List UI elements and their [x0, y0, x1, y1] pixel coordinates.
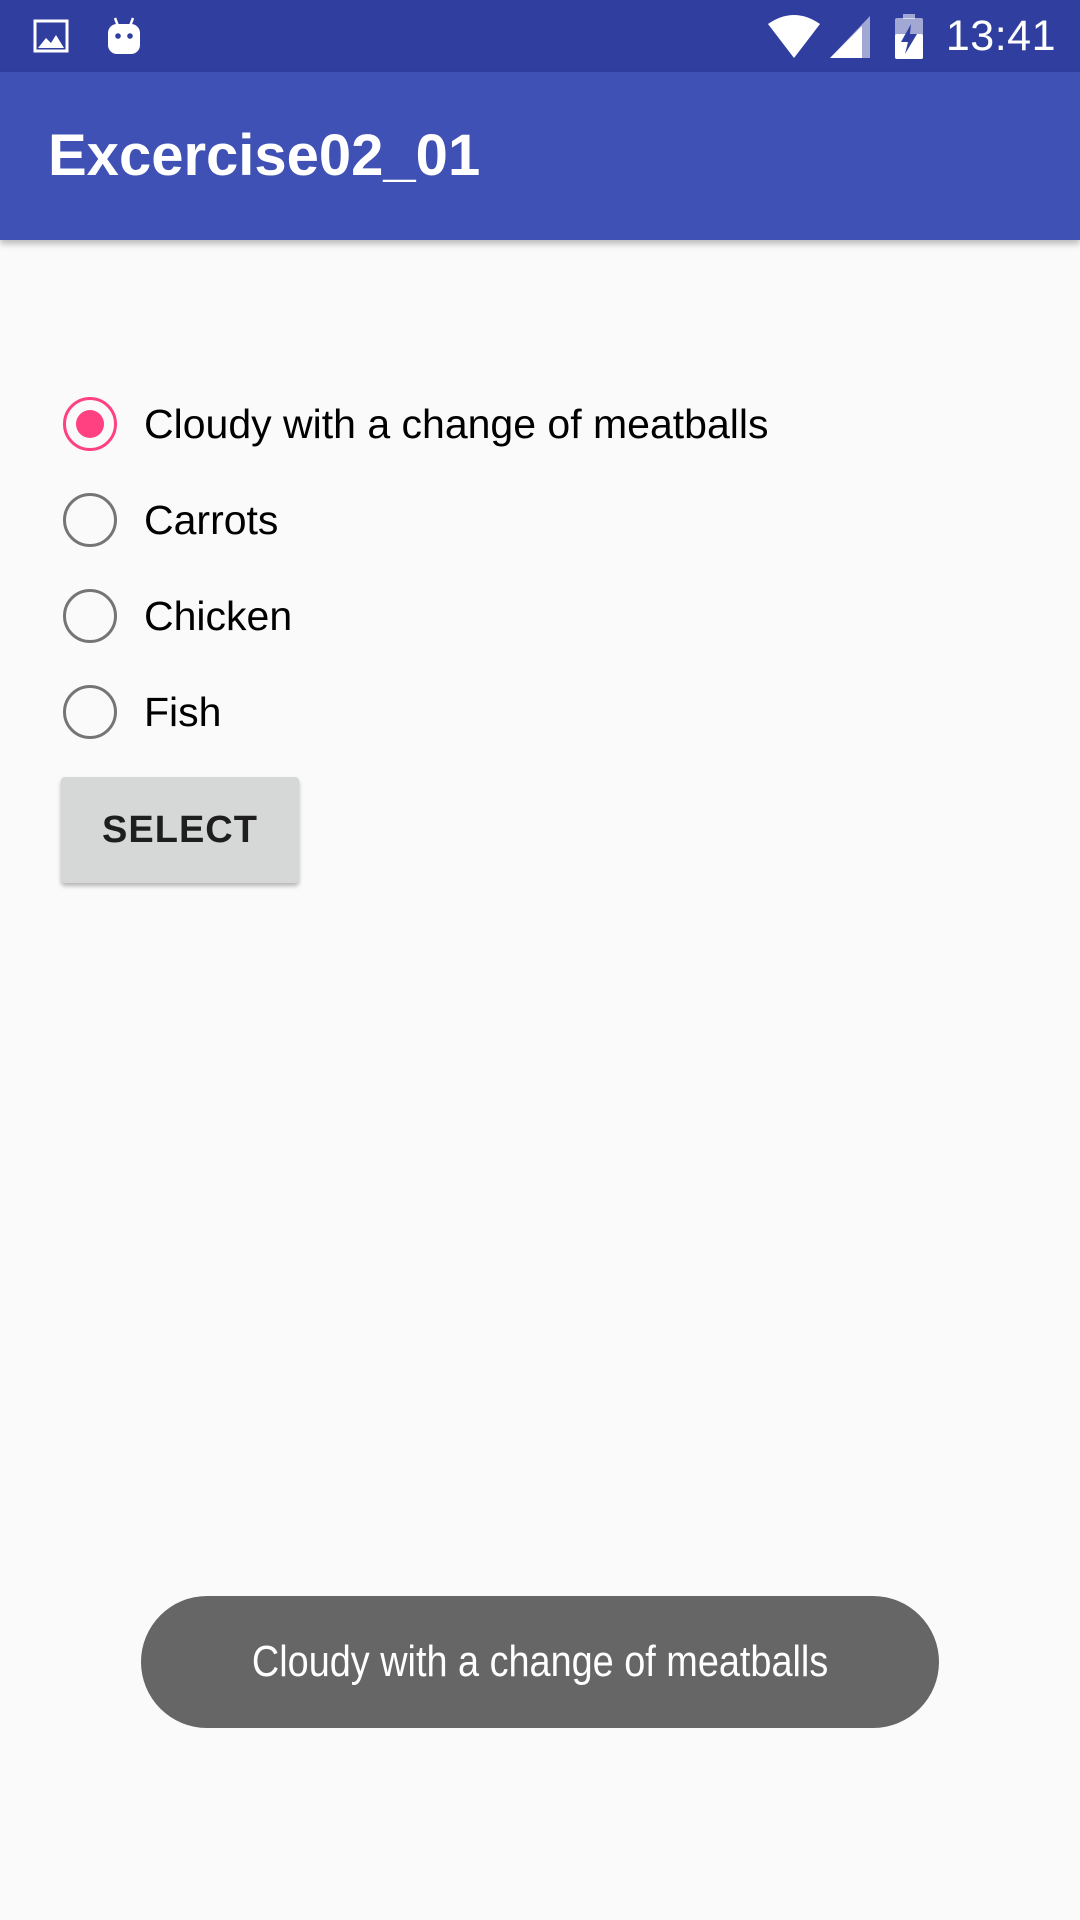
- radio-option-carrots[interactable]: Carrots: [60, 472, 768, 568]
- radio-option-chicken[interactable]: Chicken: [60, 568, 768, 664]
- food-radio-group: Cloudy with a change of meatballs Carrot…: [60, 376, 768, 760]
- gallery-notification-icon: [30, 14, 74, 58]
- radio-option-label: Fish: [144, 688, 222, 735]
- radio-option-cloudy-meatballs[interactable]: Cloudy with a change of meatballs: [60, 376, 768, 472]
- radio-option-fish[interactable]: Fish: [60, 664, 768, 760]
- radio-option-label: Chicken: [144, 592, 293, 639]
- battery-charging-icon: [894, 12, 924, 60]
- android-debug-notification-icon: [102, 14, 146, 58]
- status-bar: 13:41: [0, 0, 1080, 72]
- toast-text: Cloudy with a change of meatballs: [251, 1637, 829, 1686]
- app-title: Excercise02_01: [48, 123, 481, 188]
- radio-unchecked-icon: [60, 586, 120, 646]
- radio-unchecked-icon: [60, 490, 120, 550]
- radio-option-label: Carrots: [144, 496, 279, 543]
- toast-message: Cloudy with a change of meatballs: [141, 1596, 939, 1728]
- cell-signal-icon: [828, 12, 872, 60]
- status-time: 13:41: [945, 11, 1056, 60]
- radio-checked-icon: [60, 394, 120, 454]
- radio-unchecked-icon: [60, 682, 120, 742]
- status-icons-area: 13:41: [766, 0, 1056, 72]
- select-button[interactable]: SELECT: [61, 777, 299, 883]
- radio-option-label: Cloudy with a change of meatballs: [144, 400, 769, 447]
- app-bar: Excercise02_01: [0, 72, 1080, 240]
- wifi-icon: [766, 12, 822, 60]
